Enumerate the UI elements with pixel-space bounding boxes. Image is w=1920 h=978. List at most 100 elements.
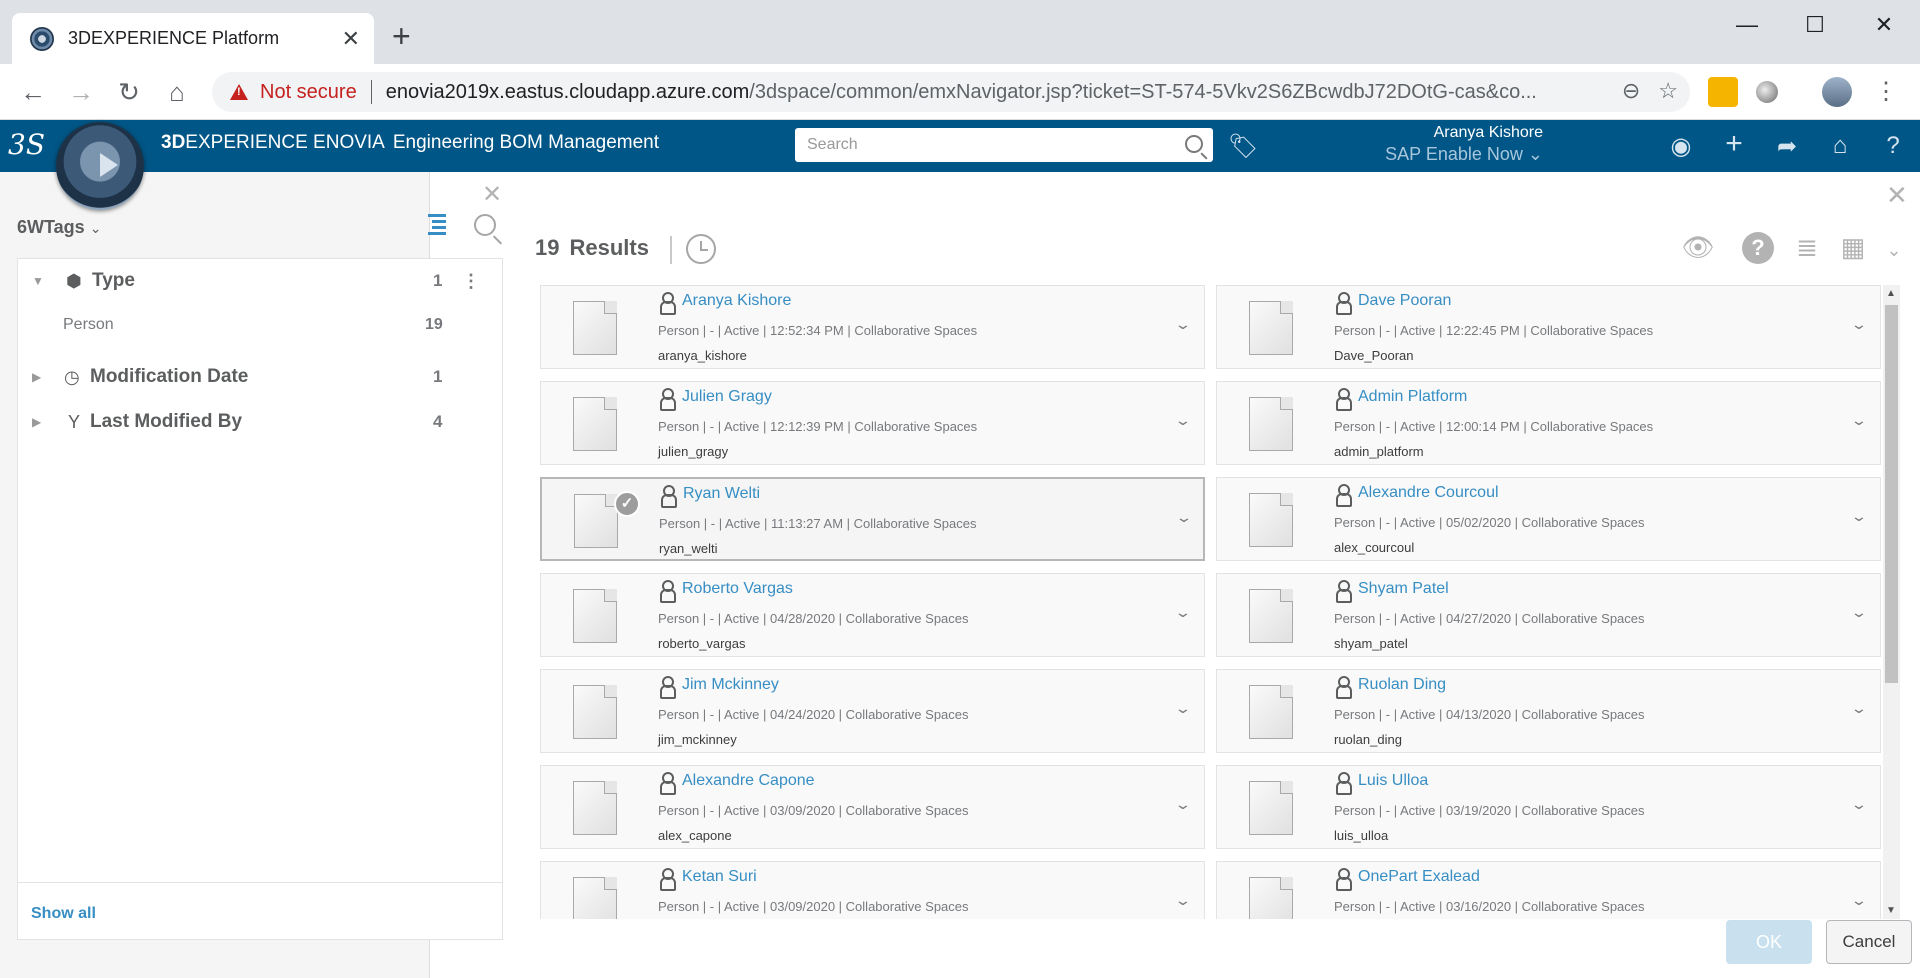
result-title-link[interactable]: Alexandre Courcoul	[1358, 484, 1499, 502]
facet-value-person[interactable]: Person 19	[18, 307, 502, 343]
reload-button[interactable]: ↻	[111, 74, 147, 110]
forward-button[interactable]: →	[63, 74, 99, 110]
result-title-link[interactable]: Alexandre Capone	[682, 772, 815, 790]
expand-icon[interactable]: ▶	[32, 370, 41, 384]
zoom-icon[interactable]: ⊖	[1622, 78, 1640, 104]
compass-play-icon[interactable]	[100, 153, 118, 177]
expand-chevron-icon[interactable]: ⌄	[1850, 508, 1868, 525]
security-label[interactable]: Not secure	[260, 81, 357, 104]
expand-chevron-icon[interactable]: ⌄	[1174, 700, 1192, 717]
document-thumbnail-icon[interactable]	[1249, 589, 1293, 643]
context-selector[interactable]: SAP Enable Now ⌄	[1385, 144, 1543, 165]
result-card[interactable]: ✓ Ryan Welti Person | - | Active | 11:13:2…	[540, 477, 1205, 561]
show-all-link[interactable]: Show all	[31, 905, 96, 923]
results-close-icon[interactable]: ✕	[1886, 180, 1908, 211]
help-icon[interactable]: ?	[1877, 132, 1909, 160]
expand-chevron-icon[interactable]: ⌄	[1850, 892, 1868, 909]
result-card[interactable]: Julien Gragy Person | - | Active | 12:12:…	[540, 381, 1205, 465]
expand-chevron-icon[interactable]: ⌄	[1175, 509, 1193, 526]
filter-search-icon[interactable]	[474, 214, 496, 236]
list-view-icon[interactable]: ≣	[1790, 232, 1824, 263]
result-card[interactable]: Alexandre Capone Person | - | Active | 03…	[540, 765, 1205, 849]
cancel-button[interactable]: Cancel	[1826, 920, 1912, 964]
tag-icon[interactable]: 🏷	[1228, 132, 1258, 161]
result-title-link[interactable]: Luis Ulloa	[1358, 772, 1428, 790]
search-icon[interactable]	[1185, 135, 1203, 153]
tags-title[interactable]: 6WTags ⌄	[17, 217, 101, 238]
extension-circle-icon[interactable]	[1756, 81, 1778, 103]
result-title-link[interactable]: Ketan Suri	[682, 868, 757, 886]
document-thumbnail-icon[interactable]	[573, 781, 617, 835]
result-title-link[interactable]: Admin Platform	[1358, 388, 1467, 406]
result-card[interactable]: Roberto Vargas Person | - | Active | 04/2…	[540, 573, 1205, 657]
expand-chevron-icon[interactable]: ⌄	[1174, 892, 1192, 909]
window-close-button[interactable]: ✕	[1864, 10, 1904, 40]
home-icon[interactable]: ⌂	[1824, 132, 1856, 160]
tile-view-icon[interactable]: ▦	[1836, 232, 1870, 263]
address-bar[interactable]: Not secure enovia2019x.eastus.cloudapp.a…	[212, 72, 1690, 112]
document-thumbnail-icon[interactable]	[1249, 493, 1293, 547]
new-tab-button[interactable]: +	[392, 20, 411, 52]
result-title-link[interactable]: Ruolan Ding	[1358, 676, 1446, 694]
expand-chevron-icon[interactable]: ⌄	[1850, 796, 1868, 813]
tab-close-icon[interactable]: ✕	[342, 26, 360, 52]
result-card[interactable]: Ruolan Ding Person | - | Active | 04/13/2…	[1216, 669, 1881, 753]
facet-last-modified-by[interactable]: ▶ Y Last Modified By 4	[18, 404, 502, 440]
document-thumbnail-icon[interactable]	[1249, 301, 1293, 355]
eye-icon[interactable]: 👁	[1681, 232, 1715, 263]
result-card[interactable]: Dave Pooran Person | - | Active | 12:22:4…	[1216, 285, 1881, 369]
view-options-chevron-icon[interactable]: ⌄	[1884, 240, 1904, 261]
document-thumbnail-icon[interactable]	[1249, 781, 1293, 835]
profile-avatar[interactable]	[1822, 77, 1852, 107]
expand-chevron-icon[interactable]: ⌄	[1850, 412, 1868, 429]
share-icon[interactable]: ➦	[1771, 132, 1803, 161]
document-thumbnail-icon[interactable]	[1249, 877, 1293, 919]
browser-menu-icon[interactable]: ⋮	[1874, 77, 1904, 107]
expand-chevron-icon[interactable]: ⌄	[1174, 796, 1192, 813]
more-options-icon[interactable]: ⋮	[462, 271, 480, 292]
document-thumbnail-icon[interactable]	[573, 685, 617, 739]
result-card[interactable]: OnePart Exalead Person | - | Active | 03/…	[1216, 861, 1881, 919]
collapse-icon[interactable]: ▼	[32, 274, 44, 288]
expand-chevron-icon[interactable]: ⌄	[1174, 604, 1192, 621]
minimize-button[interactable]: —	[1727, 10, 1767, 40]
result-card[interactable]: Admin Platform Person | - | Active | 12:0…	[1216, 381, 1881, 465]
scroll-down-icon[interactable]: ▼	[1886, 905, 1896, 916]
result-title-link[interactable]: Ryan Welti	[683, 485, 760, 503]
home-button[interactable]: ⌂	[159, 74, 195, 110]
result-title-link[interactable]: Aranya Kishore	[682, 292, 791, 310]
filter-panel-close-icon[interactable]: ✕	[482, 180, 502, 209]
facet-type[interactable]: ▼ ⬢ Type 1 ⋮	[18, 263, 502, 299]
expand-icon[interactable]: ▶	[32, 415, 41, 429]
bookmark-star-icon[interactable]: ☆	[1658, 78, 1678, 104]
expand-chevron-icon[interactable]: ⌄	[1850, 700, 1868, 717]
document-thumbnail-icon[interactable]	[573, 397, 617, 451]
expand-chevron-icon[interactable]: ⌄	[1174, 316, 1192, 333]
maximize-button[interactable]: ☐	[1795, 10, 1835, 40]
result-card[interactable]: Shyam Patel Person | - | Active | 04/27/2…	[1216, 573, 1881, 657]
result-title-link[interactable]: Jim Mckinney	[682, 676, 779, 694]
result-title-link[interactable]: Dave Pooran	[1358, 292, 1451, 310]
selected-check-icon[interactable]: ✓	[614, 491, 640, 517]
user-icon[interactable]: ◉	[1665, 132, 1697, 161]
facet-modification-date[interactable]: ▶ ◷ Modification Date 1	[18, 359, 502, 395]
result-card[interactable]: Jim Mckinney Person | - | Active | 04/24/…	[540, 669, 1205, 753]
document-thumbnail-icon[interactable]	[1249, 397, 1293, 451]
result-title-link[interactable]: Julien Gragy	[682, 388, 772, 406]
browser-tab[interactable]: 3DEXPERIENCE Platform ✕	[12, 13, 374, 64]
extension-icon[interactable]	[1708, 77, 1738, 107]
history-clock-icon[interactable]	[686, 234, 716, 264]
result-title-link[interactable]: Roberto Vargas	[682, 580, 793, 598]
search-input[interactable]: Search	[795, 128, 1213, 162]
result-card[interactable]: Alexandre Courcoul Person | - | Active | …	[1216, 477, 1881, 561]
result-title-link[interactable]: OnePart Exalead	[1358, 868, 1480, 886]
back-button[interactable]: ←	[15, 74, 51, 110]
help-circle-icon[interactable]: ?	[1742, 232, 1774, 264]
result-card[interactable]: Ketan Suri Person | - | Active | 03/09/20…	[540, 861, 1205, 919]
plus-icon[interactable]: +	[1718, 127, 1750, 161]
scrollbar-thumb[interactable]	[1885, 305, 1898, 683]
result-title-link[interactable]: Shyam Patel	[1358, 580, 1449, 598]
expand-chevron-icon[interactable]: ⌄	[1174, 412, 1192, 429]
results-scrollbar[interactable]: ▲ ▼	[1883, 285, 1900, 919]
result-card[interactable]: Aranya Kishore Person | - | Active | 12:5…	[540, 285, 1205, 369]
